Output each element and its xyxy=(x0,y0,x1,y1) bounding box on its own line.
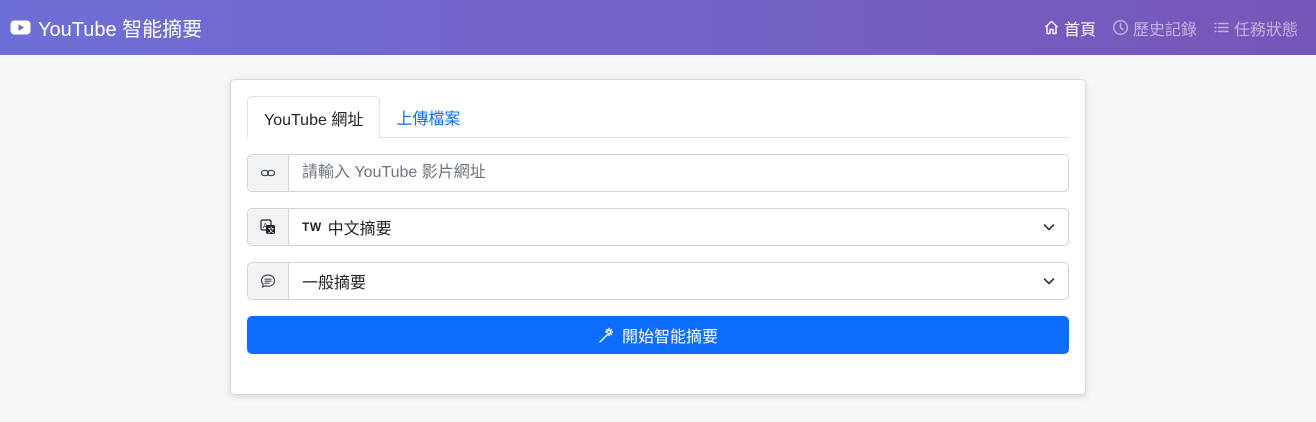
nav-home[interactable]: 首頁 xyxy=(1043,16,1096,40)
start-summary-label: 開始智能摘要 xyxy=(621,329,718,346)
list-icon xyxy=(1213,19,1230,36)
nav-home-label: 首頁 xyxy=(1063,21,1096,39)
home-icon xyxy=(1043,19,1060,36)
nav-history[interactable]: 歷史記錄 xyxy=(1112,16,1197,40)
app-title: YouTube 智能摘要 xyxy=(38,19,203,41)
chevron-down-icon xyxy=(1043,224,1055,231)
svg-text:文: 文 xyxy=(268,226,275,235)
chevron-down-icon xyxy=(1043,278,1055,285)
nav-history-label: 歷史記錄 xyxy=(1132,21,1197,39)
summary-type-select[interactable]: 一般摘要 xyxy=(289,263,1068,299)
chat-icon xyxy=(248,263,289,299)
app-brand[interactable]: YouTube 智能摘要 xyxy=(10,13,202,42)
url-input-group xyxy=(247,154,1069,192)
summary-type-select-group: 一般摘要 xyxy=(247,262,1069,300)
top-navbar: YouTube 智能摘要 首頁 歷史記錄 任務狀態 xyxy=(0,0,1316,55)
tab-youtube-url[interactable]: YouTube 網址 xyxy=(247,96,381,139)
language-select[interactable]: TW 中文摘要 xyxy=(289,209,1068,245)
nav-tasks-label: 任務狀態 xyxy=(1233,21,1298,39)
summary-form-card: YouTube 網址 上傳檔案 A 文 TW 中文摘要 xyxy=(230,79,1086,395)
language-select-value: 中文摘要 xyxy=(327,221,392,238)
tab-upload-file[interactable]: 上傳檔案 xyxy=(380,96,476,138)
translate-icon: A 文 xyxy=(248,209,289,245)
clock-icon xyxy=(1112,19,1129,36)
youtube-icon xyxy=(10,17,31,38)
language-select-group: A 文 TW 中文摘要 xyxy=(247,208,1069,246)
input-mode-tabs: YouTube 網址 上傳檔案 xyxy=(247,96,1069,139)
youtube-url-input[interactable] xyxy=(289,155,1068,191)
tw-flag-label: TW xyxy=(302,220,322,234)
magic-wand-icon xyxy=(598,327,615,344)
nav-links: 首頁 歷史記錄 任務狀態 xyxy=(1043,16,1298,40)
summary-type-value: 一般摘要 xyxy=(302,275,367,292)
start-summary-button[interactable]: 開始智能摘要 xyxy=(247,316,1069,354)
nav-tasks[interactable]: 任務狀態 xyxy=(1213,16,1298,40)
link-icon xyxy=(248,155,289,191)
